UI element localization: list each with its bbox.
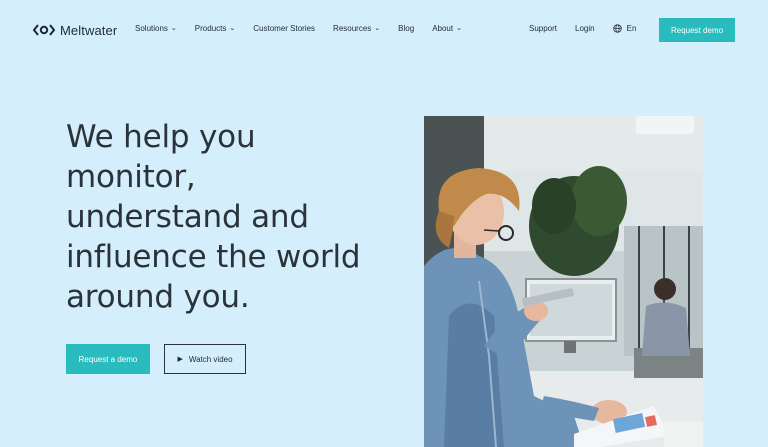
hero-image-woman-on-phone	[424, 116, 703, 447]
support-link[interactable]: Support	[529, 24, 557, 33]
hero-title-line: influence the world	[66, 239, 361, 275]
hero-title-line: We help you	[66, 119, 256, 155]
chevron-down-icon: ⌄	[170, 24, 177, 32]
play-icon: ▶	[177, 356, 183, 363]
brand-name: Meltwater	[60, 22, 118, 38]
globe-icon	[612, 24, 622, 33]
hero-photo	[424, 116, 703, 447]
language-label: En	[626, 24, 637, 33]
hero-title-line: around you.	[66, 279, 250, 315]
login-link[interactable]: Login	[575, 24, 595, 33]
nav-item-about[interactable]: About ⌄	[432, 24, 462, 33]
language-selector[interactable]: En	[612, 24, 637, 33]
hero-title-line: understand and	[66, 199, 309, 235]
meltwater-logo[interactable]: Meltwater	[33, 22, 117, 38]
nav-item-label: Customer Stories	[253, 24, 316, 33]
nav-item-customer-stories[interactable]: Customer Stories	[253, 24, 315, 33]
request-a-demo-button[interactable]: Request a demo	[66, 344, 150, 374]
meltwater-logo-icon	[33, 24, 55, 36]
chevron-down-icon: ⌄	[229, 24, 236, 32]
nav-item-blog[interactable]: Blog	[398, 24, 414, 33]
watch-video-label: Watch video	[188, 354, 233, 364]
nav-item-solutions[interactable]: Solutions ⌄	[135, 24, 177, 33]
request-demo-button[interactable]: Request demo	[659, 18, 735, 42]
top-navigation: Meltwater Solutions ⌄ Products ⌄ Custome…	[0, 0, 768, 60]
chevron-down-icon: ⌄	[374, 24, 381, 32]
utility-nav: Support Login En	[529, 24, 654, 33]
watch-video-button[interactable]: ▶ Watch video	[164, 344, 246, 374]
nav-item-label: About	[432, 24, 454, 33]
hero-title-line: monitor,	[66, 159, 196, 195]
nav-item-label: Products	[194, 24, 227, 33]
nav-item-products[interactable]: Products ⌄	[195, 24, 235, 33]
nav-item-label: Solutions	[135, 24, 168, 33]
nav-item-label: Resources	[333, 24, 372, 33]
nav-item-label: Blog	[398, 24, 415, 33]
chevron-down-icon: ⌄	[456, 24, 462, 32]
main-menu: Solutions ⌄ Products ⌄ Customer Stories …	[135, 24, 480, 33]
hero-title: We help you monitor, understand and infl…	[66, 117, 406, 317]
nav-item-resources[interactable]: Resources ⌄	[333, 24, 380, 33]
